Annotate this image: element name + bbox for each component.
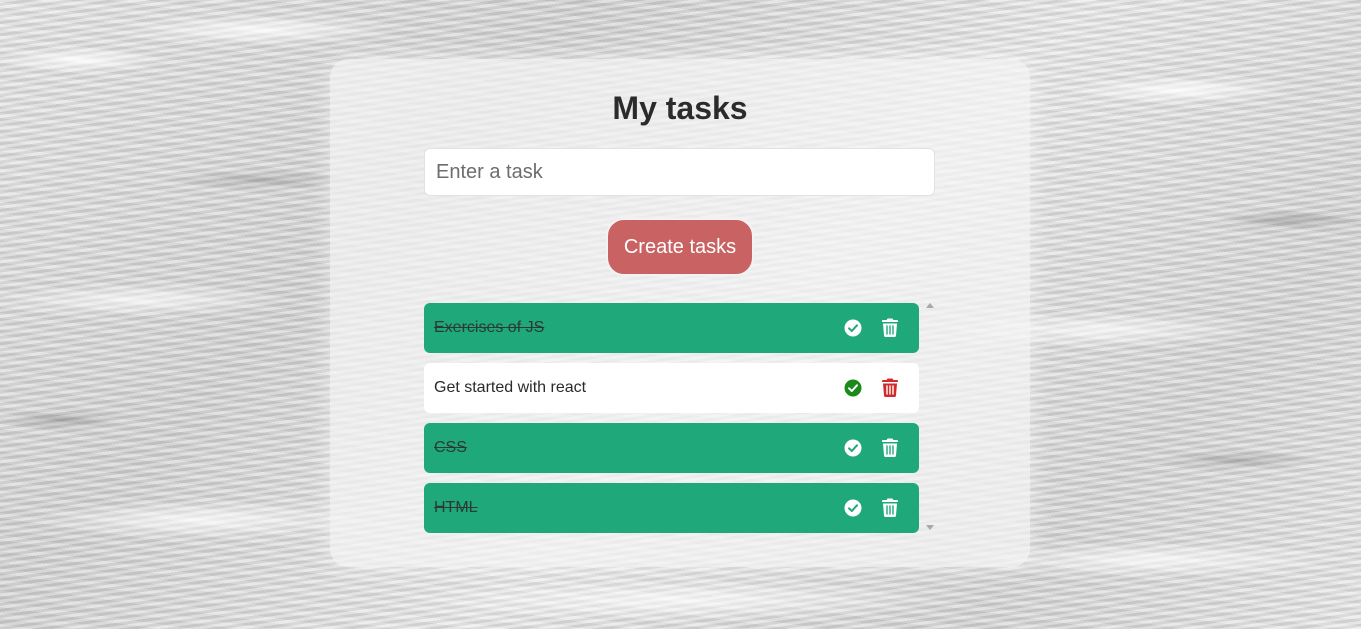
task-input[interactable] <box>424 148 935 196</box>
task-list[interactable]: Exercises of JS Get started with react C… <box>424 303 936 541</box>
scroll-down-arrow[interactable] <box>926 525 934 530</box>
task-text: Exercises of JS <box>434 319 545 336</box>
complete-task-button[interactable] <box>844 439 862 457</box>
tasks-panel: My tasks Create tasks Exercises of JS Ge… <box>330 59 1030 567</box>
task-item: Get started with react <box>424 363 919 413</box>
complete-task-button[interactable] <box>844 379 862 397</box>
complete-task-button[interactable] <box>844 499 862 517</box>
task-item: CSS <box>424 423 919 473</box>
task-item: Exercises of JS <box>424 303 919 353</box>
check-circle-icon <box>844 379 862 397</box>
delete-task-button[interactable] <box>882 318 898 337</box>
trash-icon <box>882 498 898 517</box>
check-circle-icon <box>844 499 862 517</box>
task-text: HTML <box>434 499 478 516</box>
complete-task-button[interactable] <box>844 319 862 337</box>
delete-task-button[interactable] <box>882 378 898 397</box>
trash-icon <box>882 378 898 397</box>
trash-icon <box>882 438 898 457</box>
task-text: Get started with react <box>434 379 587 396</box>
check-circle-icon <box>844 439 862 457</box>
create-tasks-button[interactable]: Create tasks <box>606 218 754 276</box>
delete-task-button[interactable] <box>882 438 898 457</box>
page-title: My tasks <box>612 90 748 126</box>
task-text: CSS <box>434 439 467 456</box>
check-circle-icon <box>844 319 862 337</box>
delete-task-button[interactable] <box>882 498 898 517</box>
task-item: HTML <box>424 483 919 533</box>
trash-icon <box>882 318 898 337</box>
